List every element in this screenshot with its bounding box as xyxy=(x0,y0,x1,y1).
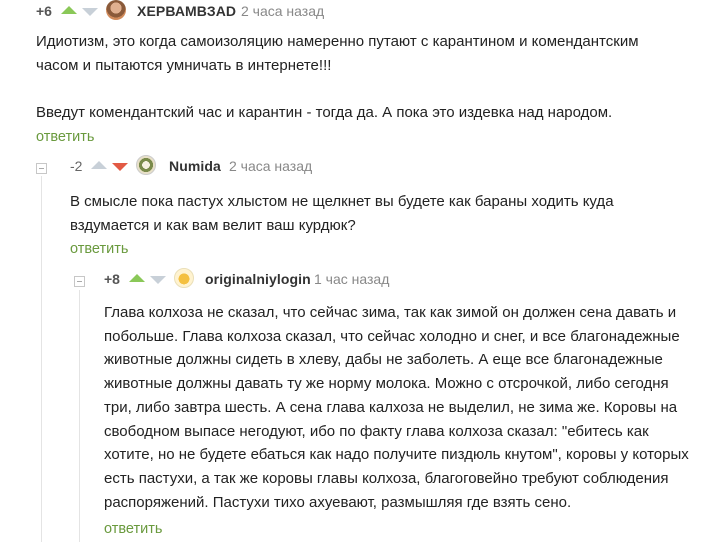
comment-body: Идиотизм, это когда самоизоляцию намерен… xyxy=(36,33,639,122)
username[interactable]: originalniylogin xyxy=(205,271,311,287)
comment: +6 ХЕРВАМВЗАD 2 часа назад Идиотизм, это… xyxy=(0,0,720,145)
collapse-toggle[interactable] xyxy=(36,163,47,174)
comment-rating: +8 xyxy=(104,271,120,287)
reply-link[interactable]: ответить xyxy=(104,521,162,537)
username[interactable]: ХЕРВАМВЗАD xyxy=(137,3,236,19)
avatar[interactable] xyxy=(136,155,156,175)
reply-link[interactable]: ответить xyxy=(70,241,128,257)
thread-line xyxy=(79,290,80,542)
timestamp[interactable]: 1 час назад xyxy=(314,271,389,287)
comment-header: -2 Numida 2 часа назад xyxy=(30,155,720,179)
comment-text: В смысле пока пастух хлыстом не щелкнет … xyxy=(70,190,718,237)
username[interactable]: Numida xyxy=(169,158,221,174)
avatar[interactable] xyxy=(174,268,194,288)
avatar[interactable] xyxy=(106,0,126,20)
thread-line xyxy=(41,176,42,542)
comment-header: +8 originalniylogin 1 час назад xyxy=(68,268,720,292)
comment: -2 Numida 2 часа назад В смысле пока пас… xyxy=(30,155,720,257)
vote-up-icon[interactable] xyxy=(61,6,77,14)
comment-body: В смысле пока пастух хлыстом не щелкнет … xyxy=(70,193,614,234)
comment: +8 originalniylogin 1 час назад Глава ко… xyxy=(68,268,720,537)
comment-header: +6 ХЕРВАМВЗАD 2 часа назад xyxy=(0,0,720,24)
vote-down-icon[interactable] xyxy=(82,8,98,16)
timestamp[interactable]: 2 часа назад xyxy=(229,158,312,174)
collapse-toggle[interactable] xyxy=(74,276,85,287)
comment-text: Идиотизм, это когда самоизоляцию намерен… xyxy=(36,30,716,125)
vote-down-icon[interactable] xyxy=(112,163,128,171)
reply-link[interactable]: ответить xyxy=(36,129,94,145)
vote-down-icon[interactable] xyxy=(150,276,166,284)
comment-body: Глава колхоза не сказал, что сейчас зима… xyxy=(104,304,689,511)
comment-text: Глава колхоза не сказал, что сейчас зима… xyxy=(104,301,720,514)
comment-rating: +6 xyxy=(36,3,52,19)
timestamp[interactable]: 2 часа назад xyxy=(241,3,324,19)
vote-up-icon[interactable] xyxy=(91,161,107,169)
comment-rating: -2 xyxy=(70,158,83,174)
vote-up-icon[interactable] xyxy=(129,274,145,282)
